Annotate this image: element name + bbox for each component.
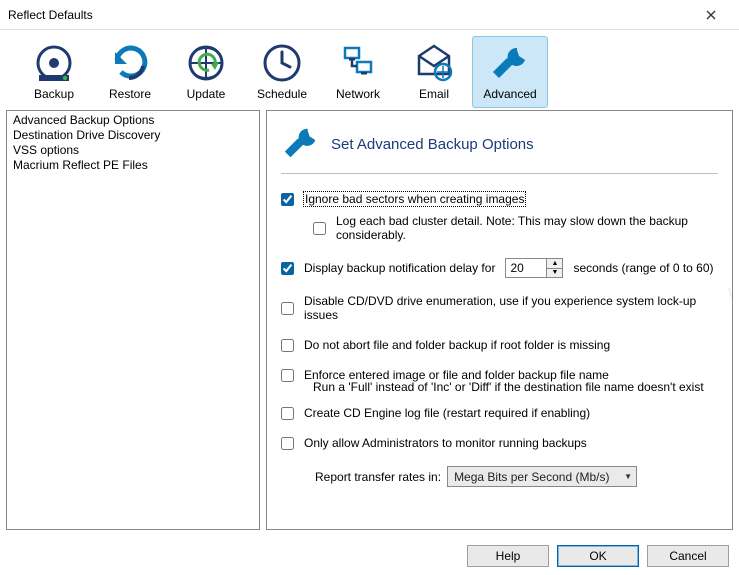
label-do-not-abort: Do not abort file and folder backup if r… bbox=[304, 338, 610, 352]
checkbox-ignore-bad-sectors[interactable] bbox=[281, 193, 294, 206]
combo-transfer-rate[interactable]: Mega Bits per Second (Mb/s) ▼ bbox=[447, 466, 637, 487]
opt-disable-cddvd: Disable CD/DVD drive enumeration, use if… bbox=[281, 294, 718, 322]
toolbar-schedule-label: Schedule bbox=[257, 87, 307, 101]
page-title: Set Advanced Backup Options bbox=[331, 136, 534, 153]
close-icon bbox=[706, 10, 716, 20]
label-admins-monitor: Only allow Administrators to monitor run… bbox=[304, 436, 587, 450]
toolbar: Backup Restore Update Schedule Network E… bbox=[0, 30, 739, 110]
footer-buttons: Help OK Cancel bbox=[467, 545, 729, 567]
titlebar: Reflect Defaults bbox=[0, 0, 739, 30]
label-disable-cddvd: Disable CD/DVD drive enumeration, use if… bbox=[304, 294, 718, 322]
spinner-up[interactable]: ▲ bbox=[547, 259, 562, 269]
backup-icon bbox=[30, 41, 78, 85]
sidebar-item-advanced-backup[interactable]: Advanced Backup Options bbox=[11, 113, 255, 128]
opt-log-each-cluster: Log each bad cluster detail. Note: This … bbox=[313, 214, 718, 242]
label-transfer-rate: Report transfer rates in: bbox=[315, 470, 441, 484]
combo-transfer-rate-value: Mega Bits per Second (Mb/s) bbox=[454, 470, 609, 484]
network-icon bbox=[334, 41, 382, 85]
opt-cd-engine-log: Create CD Engine log file (restart requi… bbox=[281, 406, 718, 420]
chevron-down-icon: ▼ bbox=[624, 472, 632, 481]
note-enforce-name: Run a 'Full' instead of 'Inc' or 'Diff' … bbox=[313, 380, 718, 394]
label-cd-engine-log: Create CD Engine log file (restart requi… bbox=[304, 406, 590, 420]
label-display-delay-suffix: seconds (range of 0 to 60) bbox=[573, 261, 713, 275]
toolbar-advanced[interactable]: Advanced bbox=[472, 36, 548, 108]
restore-icon bbox=[106, 41, 154, 85]
update-icon bbox=[182, 41, 230, 85]
toolbar-restore-label: Restore bbox=[109, 87, 151, 101]
spinner-delay: ▲ ▼ bbox=[505, 258, 563, 278]
toolbar-update[interactable]: Update bbox=[168, 36, 244, 108]
toolbar-backup[interactable]: Backup bbox=[16, 36, 92, 108]
toolbar-advanced-label: Advanced bbox=[483, 87, 536, 101]
label-display-delay-prefix: Display backup notification delay for bbox=[304, 261, 495, 275]
window-title: Reflect Defaults bbox=[8, 8, 691, 22]
divider bbox=[281, 173, 718, 174]
toolbar-restore[interactable]: Restore bbox=[92, 36, 168, 108]
close-button[interactable] bbox=[691, 1, 731, 29]
sidebar: Advanced Backup Options Destination Driv… bbox=[6, 110, 260, 530]
sidebar-item-vss[interactable]: VSS options bbox=[11, 143, 255, 158]
toolbar-email-label: Email bbox=[419, 87, 449, 101]
sidebar-item-pe-files[interactable]: Macrium Reflect PE Files bbox=[11, 158, 255, 173]
opt-admins-monitor: Only allow Administrators to monitor run… bbox=[281, 436, 718, 450]
opt-ignore-bad-sectors: Ignore bad sectors when creating images bbox=[281, 192, 718, 206]
cancel-button[interactable]: Cancel bbox=[647, 545, 729, 567]
advanced-icon bbox=[486, 41, 534, 85]
label-log-each-cluster: Log each bad cluster detail. Note: This … bbox=[336, 214, 718, 242]
input-delay-value[interactable] bbox=[506, 259, 546, 277]
toolbar-network-label: Network bbox=[336, 87, 380, 101]
schedule-icon bbox=[258, 41, 306, 85]
spinner-down[interactable]: ▼ bbox=[547, 269, 562, 278]
email-icon bbox=[410, 41, 458, 85]
wrench-icon bbox=[281, 123, 321, 166]
ok-button[interactable]: OK bbox=[557, 545, 639, 567]
help-button[interactable]: Help bbox=[467, 545, 549, 567]
checkbox-do-not-abort[interactable] bbox=[281, 339, 294, 352]
toolbar-schedule[interactable]: Schedule bbox=[244, 36, 320, 108]
toolbar-network[interactable]: Network bbox=[320, 36, 396, 108]
checkbox-log-each-cluster[interactable] bbox=[313, 222, 326, 235]
checkbox-enforce-name[interactable] bbox=[281, 369, 294, 382]
toolbar-update-label: Update bbox=[187, 87, 226, 101]
sidebar-item-destination-drive[interactable]: Destination Drive Discovery bbox=[11, 128, 255, 143]
toolbar-email[interactable]: Email bbox=[396, 36, 472, 108]
opt-do-not-abort: Do not abort file and folder backup if r… bbox=[281, 338, 718, 352]
toolbar-backup-label: Backup bbox=[34, 87, 74, 101]
label-ignore-bad-sectors: Ignore bad sectors when creating images bbox=[304, 192, 525, 206]
watermark: Wind bbox=[728, 285, 733, 300]
opt-display-delay: Display backup notification delay for ▲ … bbox=[281, 258, 718, 278]
checkbox-cd-engine-log[interactable] bbox=[281, 407, 294, 420]
main-panel: Wind Set Advanced Backup Options Ignore … bbox=[266, 110, 733, 530]
opt-transfer-rate: Report transfer rates in: Mega Bits per … bbox=[315, 466, 718, 487]
checkbox-display-delay[interactable] bbox=[281, 262, 294, 275]
checkbox-admins-monitor[interactable] bbox=[281, 437, 294, 450]
checkbox-disable-cddvd[interactable] bbox=[281, 302, 294, 315]
